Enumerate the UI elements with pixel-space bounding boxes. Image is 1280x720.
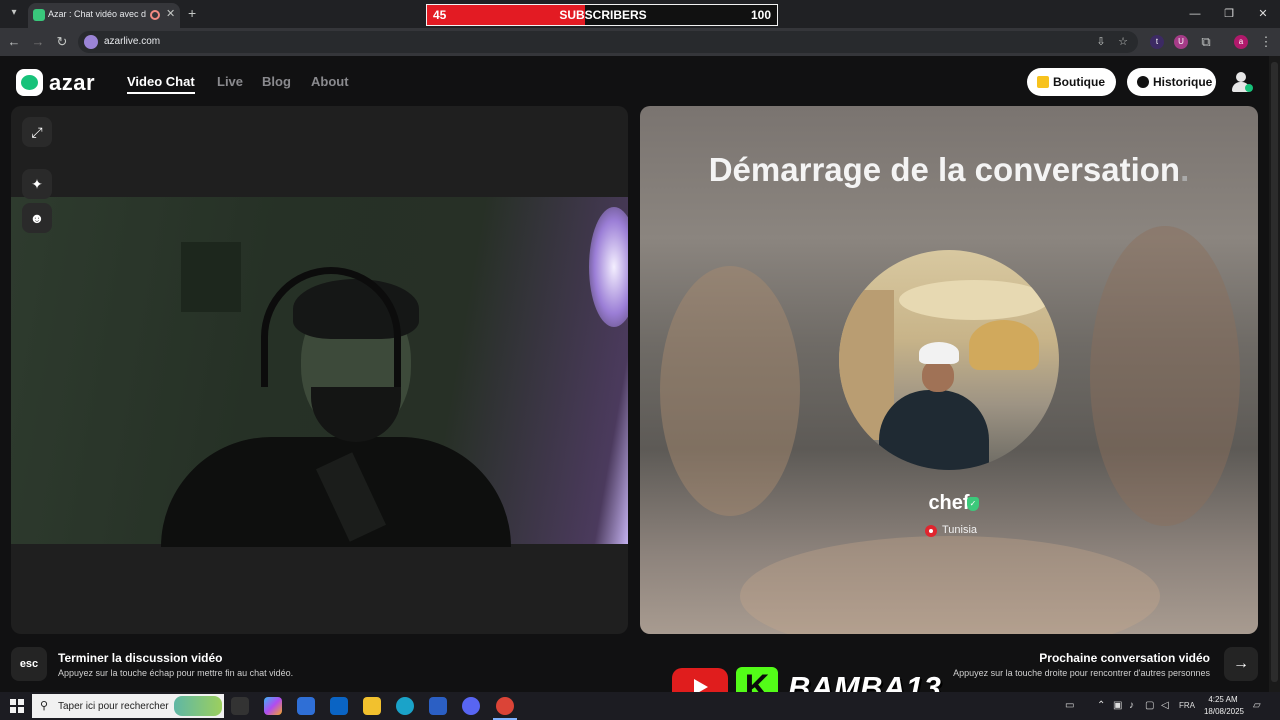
azar-app: azar Video Chat Live Blog About Boutique…	[0, 56, 1280, 692]
page-scrollbar[interactable]	[1269, 56, 1280, 692]
azar-logo-icon	[16, 69, 43, 96]
clock-date[interactable]: 18/08/2025	[1202, 707, 1246, 716]
historique-label: Historique	[1153, 75, 1213, 89]
historique-button[interactable]: Historique	[1127, 68, 1216, 96]
partner-country: Tunisia	[942, 524, 978, 536]
app-window-icon[interactable]	[429, 697, 447, 715]
store-icon[interactable]	[297, 697, 315, 715]
bookmark-star-icon[interactable]: ☆	[1116, 35, 1130, 49]
extensions-icon[interactable]: ⧉	[1198, 34, 1214, 50]
connecting-title-text: Démarrage de la conversation	[708, 151, 1181, 188]
nav-live[interactable]: Live	[217, 74, 243, 89]
network-icon[interactable]: ▣	[1113, 700, 1122, 711]
azar-logo[interactable]: azar	[16, 69, 106, 97]
browser-tab[interactable]: Azar : Chat vidéo avec de n ✕	[28, 3, 180, 28]
subscriber-current: 45	[433, 8, 447, 22]
search-highlight-icon	[174, 696, 222, 716]
next-chat-description: Appuyez sur la touche droite pour rencon…	[953, 668, 1210, 678]
input-language[interactable]: FRA	[1179, 701, 1195, 710]
back-icon[interactable]: ←	[6, 34, 22, 50]
windows-taskbar: ⚲ Taper ici pour rechercher ▭ ⌃ ▣ ♪ ▢ ◁ …	[0, 692, 1280, 720]
nav-about[interactable]: About	[311, 74, 349, 89]
tray-app-icon[interactable]: ▭	[1065, 700, 1074, 711]
end-chat-description: Appuyez sur la touche échap pour mettre …	[58, 668, 294, 678]
install-icon[interactable]: ⇩	[1094, 35, 1108, 49]
minimize-icon[interactable]: —	[1178, 0, 1212, 28]
microphone-icon[interactable]: ♪	[1129, 700, 1134, 711]
sparkle-effects-icon[interactable]: ✦	[22, 169, 52, 199]
gem-icon	[1037, 76, 1049, 88]
chrome-icon[interactable]	[496, 697, 514, 715]
window-controls: — ❐ ✕	[1178, 0, 1280, 28]
url-field[interactable]: azarlive.com ⇩ ☆	[78, 31, 1138, 53]
clock-time[interactable]: 4:25 AM	[1204, 695, 1242, 704]
restore-icon[interactable]: ❐	[1212, 0, 1246, 28]
profile-avatar-icon[interactable]: a	[1234, 35, 1248, 49]
end-chat-button[interactable]: esc	[11, 647, 47, 681]
next-chat-arrow-button[interactable]: →	[1224, 647, 1258, 681]
verified-badge-icon: ✓	[967, 497, 979, 511]
boutique-button[interactable]: Boutique	[1027, 68, 1116, 96]
search-placeholder: Taper ici pour rechercher	[58, 701, 169, 712]
tunisia-flag-icon	[925, 525, 937, 537]
connecting-title: Démarrage de la conversation.	[640, 151, 1258, 189]
outlook-icon[interactable]	[330, 697, 348, 715]
logo-wordmark: azar	[49, 70, 96, 95]
url-text: azarlive.com	[104, 36, 161, 47]
subscriber-goal: 100	[750, 8, 771, 22]
browser-tab-bar: ▾ Azar : Chat vidéo avec de n ✕ + SUBSCR…	[0, 0, 1280, 28]
nav-blog[interactable]: Blog	[262, 74, 291, 89]
nav-video-chat[interactable]: Video Chat	[127, 74, 195, 89]
end-chat-title: Terminer la discussion vidéo	[58, 651, 223, 665]
address-bar-row: ← → ↻ azarlive.com ⇩ ☆ t U ⧉ a ⋮	[0, 28, 1280, 56]
next-chat-title: Prochaine conversation vidéo	[1039, 651, 1210, 665]
task-view-icon[interactable]	[231, 697, 249, 715]
windows-start-icon[interactable]	[10, 699, 24, 713]
subscriber-label: SUBSCRIBERS	[559, 8, 647, 22]
tab-title: Azar : Chat vidéo avec de n	[48, 9, 146, 19]
tab-list-icon[interactable]: ▾	[6, 5, 22, 21]
partner-name: chef	[928, 492, 970, 514]
recording-icon	[150, 10, 160, 20]
extension-u-icon[interactable]: U	[1174, 35, 1188, 49]
active-nav-underline	[127, 92, 195, 94]
file-explorer-icon[interactable]	[363, 697, 381, 715]
face-mask-icon[interactable]: ☻	[22, 203, 52, 233]
window-close-icon[interactable]: ✕	[1246, 0, 1280, 28]
display-icon[interactable]: ▢	[1145, 700, 1154, 711]
partner-avatar	[839, 250, 1059, 470]
tray-overflow-icon[interactable]: ⌃	[1097, 700, 1105, 711]
self-camera-feed	[11, 197, 628, 547]
partner-video-pane: Démarrage de la conversation. chef ✓ Tun…	[640, 106, 1258, 634]
user-profile-icon[interactable]	[1230, 70, 1253, 92]
edge-icon[interactable]	[396, 697, 414, 715]
discord-icon[interactable]	[462, 697, 480, 715]
forward-icon[interactable]: →	[30, 34, 46, 50]
site-info-icon[interactable]	[84, 35, 98, 49]
extension-t-icon[interactable]: t	[1150, 35, 1164, 49]
reload-icon[interactable]: ↻	[54, 34, 70, 50]
search-icon: ⚲	[40, 700, 49, 712]
volume-icon[interactable]: ◁	[1161, 700, 1169, 711]
clock-icon	[1137, 76, 1149, 88]
self-video-pane: ⤢ ✦ ☻	[11, 106, 628, 634]
azar-favicon-icon	[33, 9, 45, 21]
notifications-icon[interactable]: ▱	[1253, 700, 1261, 711]
boutique-label: Boutique	[1053, 75, 1105, 89]
expand-icon[interactable]: ⤢	[22, 117, 52, 147]
new-tab-icon[interactable]: +	[188, 5, 196, 21]
taskbar-search[interactable]: ⚲ Taper ici pour rechercher	[32, 694, 224, 718]
menu-icon[interactable]: ⋮	[1258, 34, 1274, 50]
connecting-title-dot: .	[1180, 151, 1190, 188]
subscriber-goal-bar: SUBSCRIBERS 45 100	[426, 4, 778, 26]
copilot-icon[interactable]	[264, 697, 282, 715]
close-tab-icon[interactable]: ✕	[166, 7, 175, 20]
